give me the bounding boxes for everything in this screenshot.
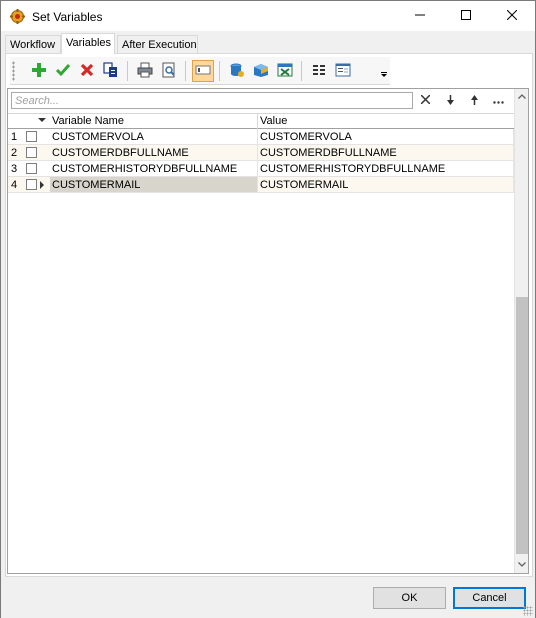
chevron-up-icon <box>518 90 526 102</box>
row-checkbox[interactable] <box>26 131 37 142</box>
variable-value-cell[interactable]: CUSTOMERHISTORYDBFULLNAME <box>258 161 514 176</box>
excel-export-icon <box>277 62 293 81</box>
chevron-down-icon <box>518 558 526 570</box>
print-preview-icon <box>161 62 177 81</box>
copy-icon <box>103 61 119 81</box>
toolbar-separator <box>301 61 302 81</box>
window-title: Set Variables <box>32 10 103 24</box>
search-input[interactable] <box>11 92 413 109</box>
toolbar-separator <box>219 61 220 81</box>
tab-workflow[interactable]: Workflow <box>5 35 61 53</box>
set-variables-window: Set Variables Workflow Variables After E… <box>0 0 536 618</box>
grid-header: Variable Name Value <box>8 113 514 129</box>
toolbar <box>10 57 390 85</box>
database-export-button[interactable] <box>226 60 248 82</box>
form-view-button[interactable] <box>332 60 354 82</box>
toolbar-separator <box>185 61 186 81</box>
ok-button[interactable]: OK <box>373 587 446 609</box>
scrollbar-thumb[interactable] <box>516 297 528 554</box>
row-checkbox[interactable] <box>26 179 37 190</box>
clear-icon <box>419 94 431 107</box>
row-checkbox[interactable] <box>26 147 37 158</box>
filter-dropdown-icon[interactable] <box>38 118 46 122</box>
excel-export-button[interactable] <box>274 60 296 82</box>
add-icon <box>31 62 47 81</box>
variable-name-cell[interactable]: CUSTOMERHISTORYDBFULLNAME <box>50 161 258 176</box>
column-header-value[interactable]: Value <box>258 114 514 129</box>
delete-icon <box>79 62 95 81</box>
dialog-footer: OK Cancel <box>1 578 535 618</box>
row-number: 3 <box>11 163 18 175</box>
column-header-variable-name[interactable]: Variable Name <box>50 114 258 129</box>
print-icon <box>137 62 153 81</box>
more-icon <box>492 95 504 107</box>
variable-value-cell[interactable]: CUSTOMERMAIL <box>258 177 514 192</box>
scroll-up-button[interactable] <box>515 89 529 103</box>
print-button[interactable] <box>134 60 156 82</box>
check-icon <box>55 62 71 81</box>
filter-cell[interactable] <box>8 114 50 129</box>
variable-value-cell[interactable]: CUSTOMERVOLA <box>258 129 514 144</box>
row-checkbox-cell <box>24 129 50 144</box>
database-export-icon <box>229 62 245 81</box>
row-checkbox[interactable] <box>26 163 37 174</box>
minimize-button[interactable] <box>397 1 443 31</box>
find-previous-button[interactable] <box>464 93 484 109</box>
delete-button[interactable] <box>76 60 98 82</box>
table-row[interactable]: 3 CUSTOMERHISTORYDBFULLNAME CUSTOMERHIST… <box>8 161 514 177</box>
chevron-down-icon <box>380 69 388 81</box>
row-checkbox-cell <box>24 177 50 192</box>
row-checkbox-cell <box>24 145 50 160</box>
tab-after-execution[interactable]: After Execution <box>117 35 198 53</box>
variable-value-cell[interactable]: CUSTOMERDBFULLNAME <box>258 145 514 160</box>
confirm-button[interactable] <box>52 60 74 82</box>
close-icon <box>506 9 518 23</box>
row-checkbox-cell <box>24 161 50 176</box>
table-row[interactable]: 4 CUSTOMERMAIL CUSTOMERMAIL <box>8 177 514 193</box>
toggle-field-icon <box>195 62 211 81</box>
toolbar-separator <box>127 61 128 81</box>
table-row[interactable]: 2 CUSTOMERDBFULLNAME CUSTOMERDBFULLNAME <box>8 145 514 161</box>
variable-name-cell[interactable]: CUSTOMERMAIL <box>50 177 258 192</box>
arrow-down-icon <box>446 94 455 108</box>
toggle-field-button[interactable] <box>192 60 214 82</box>
print-preview-button[interactable] <box>158 60 180 82</box>
columns-button[interactable] <box>308 60 330 82</box>
grid-rows: 1 CUSTOMERVOLA CUSTOMERVOLA 2 CUSTOMERDB… <box>8 129 514 193</box>
maximize-icon <box>461 9 471 23</box>
add-button[interactable] <box>28 60 50 82</box>
vertical-scrollbar[interactable] <box>514 89 528 573</box>
clear-search-button[interactable] <box>415 93 435 109</box>
maximize-button[interactable] <box>443 1 489 31</box>
box-import-button[interactable] <box>250 60 272 82</box>
form-view-icon <box>335 62 351 81</box>
search-options-button[interactable] <box>488 93 508 109</box>
row-number: 1 <box>11 131 18 143</box>
copy-button[interactable] <box>100 60 122 82</box>
columns-icon <box>311 62 327 81</box>
gear-app-icon <box>10 9 25 24</box>
cancel-button[interactable]: Cancel <box>453 587 526 609</box>
row-number: 4 <box>11 179 18 191</box>
variable-name-cell[interactable]: CUSTOMERVOLA <box>50 129 258 144</box>
close-button[interactable] <box>489 1 535 31</box>
tab-variables[interactable]: Variables <box>61 33 115 54</box>
scroll-down-button[interactable] <box>515 557 529 571</box>
toolbar-overflow-button[interactable] <box>379 67 389 81</box>
minimize-icon <box>415 10 425 23</box>
box-import-icon <box>253 62 269 81</box>
variables-grid: Variable Name Value 1 CUSTOMERVOLA CUSTO… <box>7 88 529 574</box>
resize-grip[interactable] <box>523 606 533 616</box>
arrow-up-icon <box>470 94 479 108</box>
table-row[interactable]: 1 CUSTOMERVOLA CUSTOMERVOLA <box>8 129 514 145</box>
toolbar-grip[interactable] <box>12 61 15 81</box>
search-panel <box>8 89 514 113</box>
variable-name-cell[interactable]: CUSTOMERDBFULLNAME <box>50 145 258 160</box>
find-next-button[interactable] <box>440 93 460 109</box>
current-row-indicator-icon <box>40 181 44 189</box>
row-number: 2 <box>11 147 18 159</box>
title-bar: Set Variables <box>1 1 535 31</box>
